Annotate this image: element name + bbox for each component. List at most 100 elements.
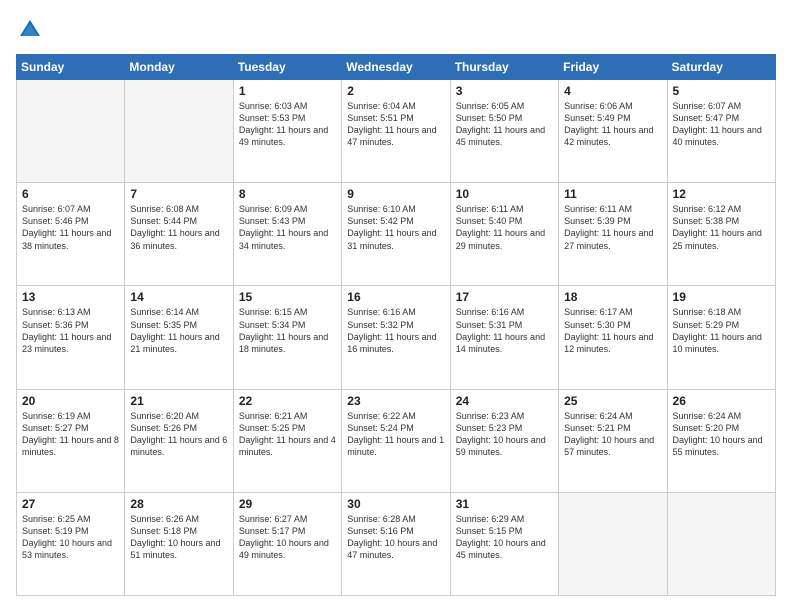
day-info: Sunrise: 6:04 AMSunset: 5:51 PMDaylight:… [347, 100, 444, 149]
calendar-cell: 8 Sunrise: 6:09 AMSunset: 5:43 PMDaylight… [233, 183, 341, 286]
day-info: Sunrise: 6:23 AMSunset: 5:23 PMDaylight:… [456, 410, 553, 459]
weekday-header-friday: Friday [559, 55, 667, 80]
day-info: Sunrise: 6:11 AMSunset: 5:39 PMDaylight:… [564, 203, 661, 252]
calendar-cell: 23 Sunrise: 6:22 AMSunset: 5:24 PMDayligh… [342, 389, 450, 492]
day-info: Sunrise: 6:15 AMSunset: 5:34 PMDaylight:… [239, 306, 336, 355]
calendar-cell: 13Sunrise: 6:13 AMSunset: 5:36 PMDayligh… [17, 286, 125, 389]
header [16, 16, 776, 44]
calendar-cell [667, 492, 775, 595]
week-row-3: 13Sunrise: 6:13 AMSunset: 5:36 PMDayligh… [17, 286, 776, 389]
calendar-cell: 16 Sunrise: 6:16 AMSunset: 5:32 PMDayligh… [342, 286, 450, 389]
day-number: 31 [456, 497, 553, 511]
day-number: 10 [456, 187, 553, 201]
day-info: Sunrise: 6:07 AMSunset: 5:47 PMDaylight:… [673, 100, 770, 149]
day-number: 6 [22, 187, 119, 201]
day-number: 18 [564, 290, 661, 304]
day-number: 22 [239, 394, 336, 408]
day-info: Sunrise: 6:24 AMSunset: 5:20 PMDaylight:… [673, 410, 770, 459]
calendar-cell: 24 Sunrise: 6:23 AMSunset: 5:23 PMDayligh… [450, 389, 558, 492]
day-number: 21 [130, 394, 227, 408]
calendar-cell: 22 Sunrise: 6:21 AMSunset: 5:25 PMDayligh… [233, 389, 341, 492]
day-number: 4 [564, 84, 661, 98]
weekday-header-sunday: Sunday [17, 55, 125, 80]
day-number: 20 [22, 394, 119, 408]
week-row-5: 27Sunrise: 6:25 AMSunset: 5:19 PMDayligh… [17, 492, 776, 595]
day-info: Sunrise: 6:14 AMSunset: 5:35 PMDaylight:… [130, 306, 227, 355]
day-info: Sunrise: 6:03 AMSunset: 5:53 PMDaylight:… [239, 100, 336, 149]
logo-icon [16, 16, 44, 44]
weekday-header-wednesday: Wednesday [342, 55, 450, 80]
weekday-header-row: SundayMondayTuesdayWednesdayThursdayFrid… [17, 55, 776, 80]
calendar-cell: 30Sunrise: 6:28 AMSunset: 5:16 PMDayligh… [342, 492, 450, 595]
week-row-4: 20 Sunrise: 6:19 AMSunset: 5:27 PMDayligh… [17, 389, 776, 492]
logo [16, 16, 48, 44]
calendar-cell: 18 Sunrise: 6:17 AMSunset: 5:30 PMDayligh… [559, 286, 667, 389]
calendar-cell: 21 Sunrise: 6:20 AMSunset: 5:26 PMDayligh… [125, 389, 233, 492]
day-number: 15 [239, 290, 336, 304]
calendar-cell [559, 492, 667, 595]
weekday-header-monday: Monday [125, 55, 233, 80]
calendar-cell: 1 Sunrise: 6:03 AMSunset: 5:53 PMDaylight… [233, 80, 341, 183]
calendar-cell: 20 Sunrise: 6:19 AMSunset: 5:27 PMDayligh… [17, 389, 125, 492]
calendar-cell: 26 Sunrise: 6:24 AMSunset: 5:20 PMDayligh… [667, 389, 775, 492]
day-info: Sunrise: 6:13 AMSunset: 5:36 PMDaylight:… [22, 306, 119, 355]
weekday-header-tuesday: Tuesday [233, 55, 341, 80]
day-info: Sunrise: 6:07 AMSunset: 5:46 PMDaylight:… [22, 203, 119, 252]
week-row-1: 1 Sunrise: 6:03 AMSunset: 5:53 PMDaylight… [17, 80, 776, 183]
day-info: Sunrise: 6:16 AMSunset: 5:32 PMDaylight:… [347, 306, 444, 355]
weekday-header-thursday: Thursday [450, 55, 558, 80]
day-number: 11 [564, 187, 661, 201]
day-number: 30 [347, 497, 444, 511]
day-info: Sunrise: 6:21 AMSunset: 5:25 PMDaylight:… [239, 410, 336, 459]
day-number: 7 [130, 187, 227, 201]
calendar-table: SundayMondayTuesdayWednesdayThursdayFrid… [16, 54, 776, 596]
day-info: Sunrise: 6:09 AMSunset: 5:43 PMDaylight:… [239, 203, 336, 252]
calendar-cell: 7Sunrise: 6:08 AMSunset: 5:44 PMDaylight… [125, 183, 233, 286]
day-info: Sunrise: 6:20 AMSunset: 5:26 PMDaylight:… [130, 410, 227, 459]
day-number: 25 [564, 394, 661, 408]
day-number: 9 [347, 187, 444, 201]
day-number: 8 [239, 187, 336, 201]
day-info: Sunrise: 6:11 AMSunset: 5:40 PMDaylight:… [456, 203, 553, 252]
day-info: Sunrise: 6:26 AMSunset: 5:18 PMDaylight:… [130, 513, 227, 562]
weekday-header-saturday: Saturday [667, 55, 775, 80]
day-info: Sunrise: 6:19 AMSunset: 5:27 PMDaylight:… [22, 410, 119, 459]
day-number: 24 [456, 394, 553, 408]
day-number: 19 [673, 290, 770, 304]
day-info: Sunrise: 6:27 AMSunset: 5:17 PMDaylight:… [239, 513, 336, 562]
page: SundayMondayTuesdayWednesdayThursdayFrid… [0, 0, 792, 612]
day-number: 17 [456, 290, 553, 304]
calendar-cell: 27Sunrise: 6:25 AMSunset: 5:19 PMDayligh… [17, 492, 125, 595]
calendar-cell: 19Sunrise: 6:18 AMSunset: 5:29 PMDayligh… [667, 286, 775, 389]
calendar-cell: 12 Sunrise: 6:12 AMSunset: 5:38 PMDayligh… [667, 183, 775, 286]
day-number: 1 [239, 84, 336, 98]
day-number: 14 [130, 290, 227, 304]
day-info: Sunrise: 6:16 AMSunset: 5:31 PMDaylight:… [456, 306, 553, 355]
day-number: 12 [673, 187, 770, 201]
day-number: 3 [456, 84, 553, 98]
calendar-cell: 14 Sunrise: 6:14 AMSunset: 5:35 PMDayligh… [125, 286, 233, 389]
calendar-cell: 28 Sunrise: 6:26 AMSunset: 5:18 PMDayligh… [125, 492, 233, 595]
calendar-cell: 11 Sunrise: 6:11 AMSunset: 5:39 PMDayligh… [559, 183, 667, 286]
calendar-cell: 4Sunrise: 6:06 AMSunset: 5:49 PMDaylight… [559, 80, 667, 183]
calendar-cell: 10 Sunrise: 6:11 AMSunset: 5:40 PMDayligh… [450, 183, 558, 286]
day-info: Sunrise: 6:24 AMSunset: 5:21 PMDaylight:… [564, 410, 661, 459]
calendar-cell: 5Sunrise: 6:07 AMSunset: 5:47 PMDaylight… [667, 80, 775, 183]
calendar-cell [17, 80, 125, 183]
calendar-cell: 31 Sunrise: 6:29 AMSunset: 5:15 PMDayligh… [450, 492, 558, 595]
day-number: 26 [673, 394, 770, 408]
day-number: 27 [22, 497, 119, 511]
day-number: 16 [347, 290, 444, 304]
calendar-cell: 17 Sunrise: 6:16 AMSunset: 5:31 PMDayligh… [450, 286, 558, 389]
day-number: 23 [347, 394, 444, 408]
day-info: Sunrise: 6:22 AMSunset: 5:24 PMDaylight:… [347, 410, 444, 459]
day-info: Sunrise: 6:05 AMSunset: 5:50 PMDaylight:… [456, 100, 553, 149]
calendar-cell: 3 Sunrise: 6:05 AMSunset: 5:50 PMDaylight… [450, 80, 558, 183]
day-info: Sunrise: 6:17 AMSunset: 5:30 PMDaylight:… [564, 306, 661, 355]
calendar-cell: 15 Sunrise: 6:15 AMSunset: 5:34 PMDayligh… [233, 286, 341, 389]
day-number: 28 [130, 497, 227, 511]
calendar-cell: 6 Sunrise: 6:07 AMSunset: 5:46 PMDaylight… [17, 183, 125, 286]
calendar-cell [125, 80, 233, 183]
day-info: Sunrise: 6:29 AMSunset: 5:15 PMDaylight:… [456, 513, 553, 562]
day-info: Sunrise: 6:12 AMSunset: 5:38 PMDaylight:… [673, 203, 770, 252]
